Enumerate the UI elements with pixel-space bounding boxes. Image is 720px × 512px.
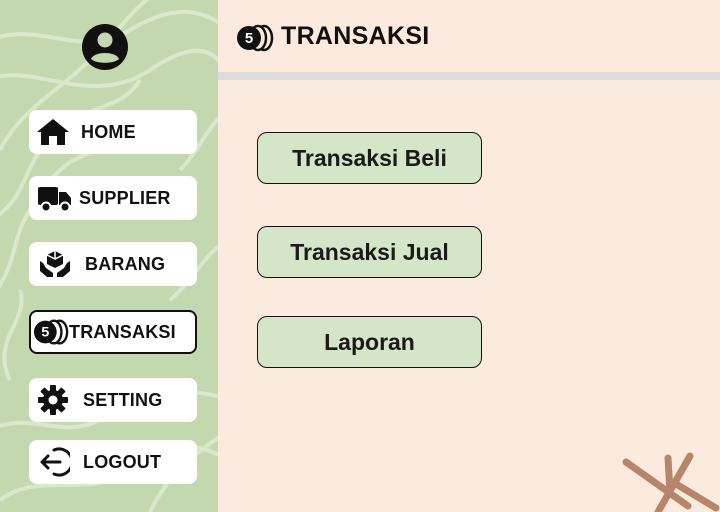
sidebar-item-label: BARANG	[85, 253, 166, 274]
transaksi-beli-button[interactable]: Transaksi Beli	[257, 132, 482, 184]
box-hands-icon	[37, 249, 73, 279]
coins-icon: 5	[33, 317, 69, 347]
home-icon	[35, 117, 71, 147]
twig-decoration	[622, 452, 720, 512]
coin-number: 5	[245, 30, 253, 47]
sidebar-item-label: SUPPLIER	[79, 187, 171, 208]
sidebar-item-label: LOGOUT	[83, 451, 162, 472]
sidebar-item-label: HOME	[81, 121, 136, 142]
logout-icon	[35, 447, 71, 477]
sidebar-item-setting[interactable]: SETTING	[29, 378, 197, 422]
sidebar-item-logout[interactable]: LOGOUT	[29, 440, 197, 484]
sidebar-item-home[interactable]: HOME	[29, 110, 197, 154]
page-title: TRANSAKSI	[281, 22, 430, 50]
laporan-button[interactable]: Laporan	[257, 316, 482, 368]
coins-icon: 5	[236, 24, 274, 57]
coin-number: 5	[41, 325, 49, 341]
sidebar-item-label: TRANSAKSI	[69, 321, 176, 342]
user-avatar-icon[interactable]	[81, 23, 129, 71]
sidebar-item-transaksi[interactable]: 5 TRANSAKSI	[29, 310, 197, 354]
truck-icon	[37, 183, 73, 213]
header-divider	[218, 72, 720, 80]
gear-icon	[35, 385, 71, 415]
header: 5 TRANSAKSI	[218, 0, 720, 72]
transaksi-jual-button[interactable]: Transaksi Jual	[257, 226, 482, 278]
sidebar: HOME SUPPLIER BARANG 5 TRANSAKSI SETTING…	[0, 0, 218, 512]
sidebar-item-barang[interactable]: BARANG	[29, 242, 197, 286]
sidebar-item-label: SETTING	[83, 389, 163, 410]
sidebar-item-supplier[interactable]: SUPPLIER	[29, 176, 197, 220]
